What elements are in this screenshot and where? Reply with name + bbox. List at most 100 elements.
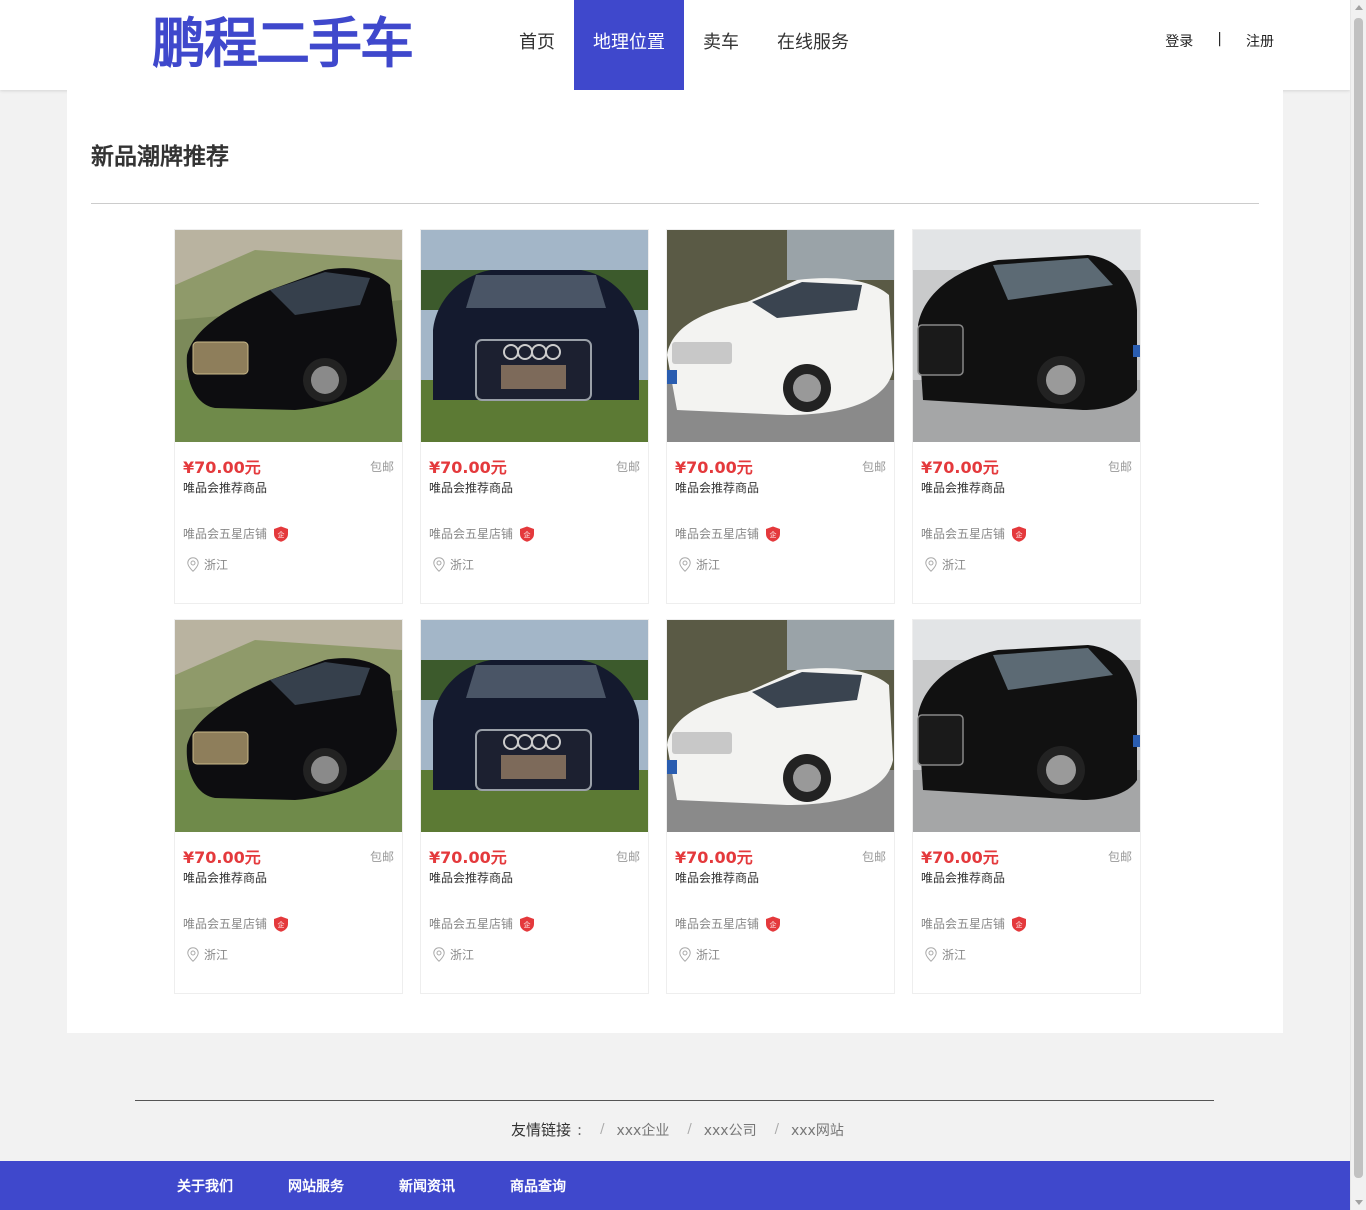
shipping-label: 包邮 bbox=[861, 460, 886, 474]
nav-item-online-service[interactable]: 在线服务 bbox=[758, 0, 868, 90]
shop-name[interactable]: 唯品会五星店铺 企 bbox=[675, 525, 781, 542]
friend-link-enterprise[interactable]: xxx企业 bbox=[616, 1120, 669, 1140]
shipping-label: 包邮 bbox=[1107, 460, 1132, 474]
friend-link-company[interactable]: xxx公司 bbox=[704, 1120, 757, 1140]
shop-name[interactable]: 唯品会五星店铺 企 bbox=[675, 915, 781, 932]
friend-links-label: 友情链接 bbox=[511, 1121, 572, 1139]
location-pin-icon bbox=[925, 557, 937, 572]
car-photo[interactable] bbox=[421, 620, 648, 832]
location: 浙江 bbox=[433, 946, 474, 963]
svg-text:企: 企 bbox=[1016, 920, 1023, 929]
shop-name-text: 唯品会五星店铺 bbox=[429, 527, 514, 541]
car-photo[interactable] bbox=[667, 620, 894, 832]
location: 浙江 bbox=[925, 946, 966, 963]
product-price: ¥70.00元 bbox=[675, 458, 753, 477]
product-card[interactable]: ¥70.00元 包邮 唯品会推荐商品 唯品会五星店铺 企 浙江 bbox=[420, 229, 649, 604]
nav-item-sell-car[interactable]: 卖车 bbox=[684, 0, 758, 90]
product-title[interactable]: 唯品会推荐商品 bbox=[921, 869, 1005, 886]
auth-separator: | bbox=[1217, 31, 1222, 47]
shipping-label: 包邮 bbox=[861, 850, 886, 864]
top-header: 鹏程二手车 首页 地理位置 卖车 在线服务 登录 | 注册 bbox=[0, 0, 1350, 90]
product-card[interactable]: ¥70.00元 包邮 唯品会推荐商品 唯品会五星店铺 企 浙江 bbox=[420, 619, 649, 994]
footer-nav: 关于我们 网站服务 新闻资讯 商品查询 bbox=[177, 1176, 566, 1196]
car-photo[interactable] bbox=[913, 230, 1140, 442]
product-price: ¥70.00元 bbox=[921, 458, 999, 477]
footer-link-about[interactable]: 关于我们 bbox=[177, 1176, 233, 1196]
car-photo[interactable] bbox=[175, 620, 402, 832]
location: 浙江 bbox=[925, 556, 966, 573]
location: 浙江 bbox=[187, 556, 228, 573]
nav-item-location[interactable]: 地理位置 bbox=[574, 0, 684, 90]
location-pin-icon bbox=[433, 947, 445, 962]
enterprise-badge-icon: 企 bbox=[520, 916, 535, 932]
site-logo[interactable]: 鹏程二手车 bbox=[152, 12, 414, 76]
location-text: 浙江 bbox=[942, 558, 967, 572]
product-title[interactable]: 唯品会推荐商品 bbox=[675, 869, 759, 886]
shop-name-text: 唯品会五星店铺 bbox=[183, 917, 268, 931]
footer-link-news[interactable]: 新闻资讯 bbox=[399, 1176, 455, 1196]
product-title[interactable]: 唯品会推荐商品 bbox=[183, 869, 267, 886]
friend-links: 友情链接 : / xxx企业 / xxx公司 / xxx网站 bbox=[511, 1119, 844, 1140]
product-card[interactable]: ¥70.00元 包邮 唯品会推荐商品 唯品会五星店铺 企 浙江 bbox=[174, 619, 403, 994]
product-price: ¥70.00元 bbox=[429, 848, 507, 867]
shop-name-text: 唯品会五星店铺 bbox=[675, 527, 760, 541]
location-pin-icon bbox=[187, 947, 199, 962]
shop-name[interactable]: 唯品会五星店铺 企 bbox=[429, 915, 535, 932]
car-photo[interactable] bbox=[667, 230, 894, 442]
enterprise-badge-icon: 企 bbox=[274, 916, 289, 932]
page-scrollbar[interactable] bbox=[1350, 0, 1366, 1210]
shop-name-text: 唯品会五星店铺 bbox=[921, 917, 1006, 931]
shop-name-text: 唯品会五星店铺 bbox=[183, 527, 268, 541]
location-text: 浙江 bbox=[696, 948, 721, 962]
shop-name-text: 唯品会五星店铺 bbox=[921, 527, 1006, 541]
location-pin-icon bbox=[433, 557, 445, 572]
footer-link-products[interactable]: 商品查询 bbox=[510, 1176, 566, 1196]
location-text: 浙江 bbox=[942, 948, 967, 962]
shop-name[interactable]: 唯品会五星店铺 企 bbox=[429, 525, 535, 542]
shipping-label: 包邮 bbox=[615, 460, 640, 474]
location-pin-icon bbox=[187, 557, 199, 572]
car-photo[interactable] bbox=[913, 620, 1140, 832]
login-link[interactable]: 登录 bbox=[1165, 31, 1193, 51]
scrollbar-thumb[interactable] bbox=[1354, 18, 1363, 1178]
product-card[interactable]: ¥70.00元 包邮 唯品会推荐商品 唯品会五星店铺 企 浙江 bbox=[912, 229, 1141, 604]
location-text: 浙江 bbox=[204, 948, 229, 962]
section-divider bbox=[91, 203, 1259, 204]
product-price: ¥70.00元 bbox=[183, 848, 261, 867]
location-text: 浙江 bbox=[204, 558, 229, 572]
location-pin-icon bbox=[679, 557, 691, 572]
nav-item-home[interactable]: 首页 bbox=[500, 0, 574, 90]
product-card[interactable]: ¥70.00元 包邮 唯品会推荐商品 唯品会五星店铺 企 浙江 bbox=[666, 229, 895, 604]
car-photo[interactable] bbox=[421, 230, 648, 442]
footer-link-services[interactable]: 网站服务 bbox=[288, 1176, 344, 1196]
product-card[interactable]: ¥70.00元 包邮 唯品会推荐商品 唯品会五星店铺 企 浙江 bbox=[174, 229, 403, 604]
shop-name[interactable]: 唯品会五星店铺 企 bbox=[183, 915, 289, 932]
product-title[interactable]: 唯品会推荐商品 bbox=[921, 479, 1005, 496]
friend-link-separator: / bbox=[600, 1122, 605, 1137]
product-title[interactable]: 唯品会推荐商品 bbox=[675, 479, 759, 496]
scroll-up-arrow-icon[interactable] bbox=[1355, 5, 1363, 10]
footer-bar: 关于我们 网站服务 新闻资讯 商品查询 bbox=[0, 1161, 1350, 1210]
shop-name[interactable]: 唯品会五星店铺 企 bbox=[183, 525, 289, 542]
product-title[interactable]: 唯品会推荐商品 bbox=[429, 479, 513, 496]
enterprise-badge-icon: 企 bbox=[520, 526, 535, 542]
car-photo[interactable] bbox=[175, 230, 402, 442]
scroll-down-arrow-icon[interactable] bbox=[1355, 1200, 1363, 1205]
shipping-label: 包邮 bbox=[615, 850, 640, 864]
product-title[interactable]: 唯品会推荐商品 bbox=[429, 869, 513, 886]
friend-link-website[interactable]: xxx网站 bbox=[791, 1120, 844, 1140]
svg-text:企: 企 bbox=[278, 920, 285, 929]
shop-name[interactable]: 唯品会五星店铺 企 bbox=[921, 525, 1027, 542]
location: 浙江 bbox=[187, 946, 228, 963]
register-link[interactable]: 注册 bbox=[1246, 31, 1274, 51]
product-title[interactable]: 唯品会推荐商品 bbox=[183, 479, 267, 496]
enterprise-badge-icon: 企 bbox=[1012, 526, 1027, 542]
location-pin-icon bbox=[679, 947, 691, 962]
product-card[interactable]: ¥70.00元 包邮 唯品会推荐商品 唯品会五星店铺 企 浙江 bbox=[912, 619, 1141, 994]
friend-links-colon: : bbox=[577, 1120, 583, 1139]
product-card[interactable]: ¥70.00元 包邮 唯品会推荐商品 唯品会五星店铺 企 浙江 bbox=[666, 619, 895, 994]
shop-name-text: 唯品会五星店铺 bbox=[675, 917, 760, 931]
shipping-label: 包邮 bbox=[369, 850, 394, 864]
svg-text:企: 企 bbox=[278, 530, 285, 539]
shop-name[interactable]: 唯品会五星店铺 企 bbox=[921, 915, 1027, 932]
